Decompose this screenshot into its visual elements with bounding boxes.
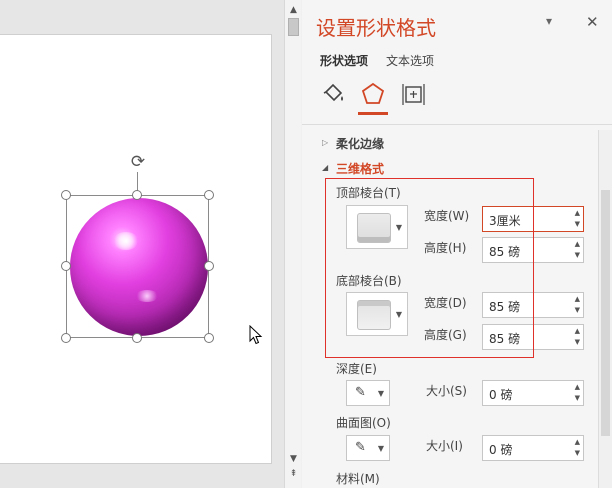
depth-size-value[interactable]: 0 磅	[489, 386, 512, 403]
expanded-arrow-icon[interactable]: ◢	[322, 163, 328, 172]
prev-page-icon[interactable]: ⇞	[287, 467, 300, 481]
spin-down-icon[interactable]: ▼	[575, 306, 580, 314]
pentagon-effects-icon[interactable]	[359, 80, 387, 108]
pane-scroll-thumb[interactable]	[601, 190, 610, 436]
highlight-annotation-box	[325, 178, 534, 358]
contour-size-spinner[interactable]: 0 磅 ▲ ▼	[482, 435, 584, 461]
chevron-down-icon: ▼	[377, 444, 384, 453]
spin-down-icon[interactable]: ▼	[575, 394, 580, 402]
resize-handle-s[interactable]	[132, 333, 142, 343]
size-layout-icon[interactable]	[400, 80, 428, 108]
section-soft-edges[interactable]: 柔化边缘	[336, 135, 384, 152]
mouse-pointer-icon	[249, 325, 263, 345]
format-shape-pane: 设置形状格式 ▾ ✕ 形状选项 文本选项 ▷ 柔化边缘 ◢ 三维格式 顶部棱台(…	[302, 0, 612, 488]
outline-color-icon: ✎	[355, 385, 366, 400]
scroll-thumb[interactable]	[288, 18, 299, 36]
spin-down-icon[interactable]: ▼	[575, 338, 580, 346]
tab-text-options[interactable]: 文本选项	[386, 52, 434, 69]
material-label: 材料(M)	[336, 472, 380, 486]
pane-options-chevron-icon[interactable]: ▾	[546, 14, 552, 28]
collapsed-arrow-icon[interactable]: ▷	[322, 138, 328, 147]
depth-color-dropdown[interactable]: ✎ ▼	[346, 380, 390, 406]
pane-title: 设置形状格式	[316, 16, 436, 40]
chevron-down-icon: ▼	[377, 389, 384, 398]
scroll-down-icon[interactable]: ▼	[287, 452, 300, 466]
resize-handle-nw[interactable]	[61, 190, 71, 200]
sphere-reflection	[135, 290, 159, 302]
resize-handle-ne[interactable]	[204, 190, 214, 200]
pane-vertical-scrollbar[interactable]	[598, 130, 612, 488]
slide-canvas-area: ⟳	[0, 0, 284, 488]
pane-divider	[302, 124, 612, 125]
spin-up-icon[interactable]: ▲	[575, 327, 580, 335]
resize-handle-se[interactable]	[204, 333, 214, 343]
resize-handle-sw[interactable]	[61, 333, 71, 343]
spin-up-icon[interactable]: ▲	[575, 438, 580, 446]
sphere-shape[interactable]	[70, 198, 208, 336]
contour-size-value[interactable]: 0 磅	[489, 441, 512, 458]
scroll-up-icon[interactable]: ▲	[287, 3, 300, 17]
depth-size-label: 大小(S)	[426, 384, 467, 398]
spin-up-icon[interactable]: ▲	[575, 295, 580, 303]
contour-color-dropdown[interactable]: ✎ ▼	[346, 435, 390, 461]
tab-shape-options[interactable]: 形状选项	[320, 52, 368, 69]
depth-size-spinner[interactable]: 0 磅 ▲ ▼	[482, 380, 584, 406]
resize-handle-n[interactable]	[132, 190, 142, 200]
close-icon[interactable]: ✕	[586, 13, 599, 31]
contour-size-label: 大小(I)	[426, 439, 463, 453]
fill-color-icon: ✎	[355, 440, 366, 455]
resize-handle-w[interactable]	[61, 261, 71, 271]
resize-handle-e[interactable]	[204, 261, 214, 271]
fill-bucket-icon[interactable]	[320, 80, 348, 108]
depth-label: 深度(E)	[336, 362, 377, 376]
rotate-handle-icon[interactable]: ⟳	[128, 152, 148, 172]
section-3d-format[interactable]: 三维格式	[336, 160, 384, 177]
spin-down-icon[interactable]: ▼	[575, 449, 580, 457]
spin-down-icon[interactable]: ▼	[575, 251, 580, 259]
spin-up-icon[interactable]: ▲	[575, 383, 580, 391]
contour-label: 曲面图(O)	[336, 416, 391, 430]
spin-down-icon[interactable]: ▼	[575, 220, 580, 228]
spin-up-icon[interactable]: ▲	[575, 240, 580, 248]
sphere-highlight	[113, 232, 139, 250]
canvas-vertical-scrollbar[interactable]: ▲ ▼ ⇞	[284, 0, 301, 488]
spin-up-icon[interactable]: ▲	[575, 209, 580, 217]
active-tab-indicator	[358, 112, 388, 115]
